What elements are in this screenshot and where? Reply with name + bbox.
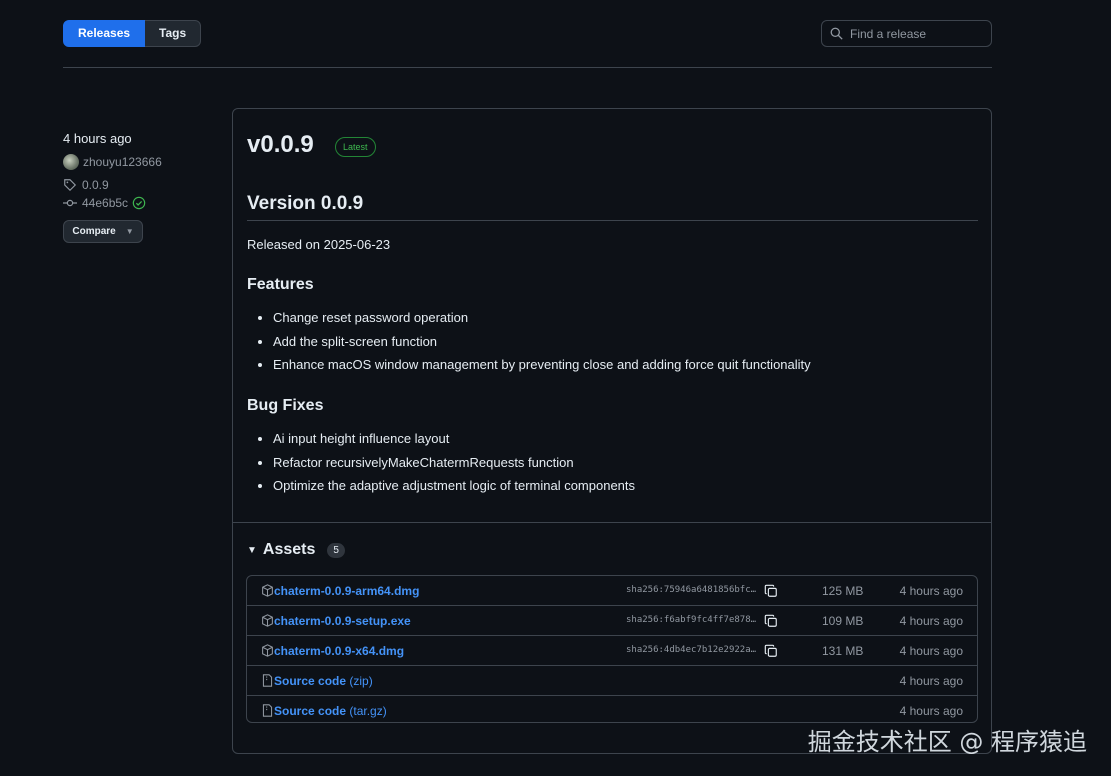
asset-link[interactable]: Source code (zip) xyxy=(274,674,373,688)
search-input[interactable] xyxy=(850,26,980,41)
list-item: Optimize the adaptive adjustment logic o… xyxy=(273,476,635,500)
asset-sha: sha256:f6abf9fc4ff7e878… xyxy=(626,615,757,625)
asset-time: 4 hours ago xyxy=(899,614,963,628)
package-icon xyxy=(262,584,273,597)
file-zip-icon xyxy=(262,704,273,717)
asset-name: Source code xyxy=(274,704,347,718)
asset-link[interactable]: Source code (tar.gz) xyxy=(274,704,387,718)
features-list: Change reset password operation Add the … xyxy=(273,308,811,379)
asset-size: 125 MB xyxy=(822,584,864,598)
copy-icon[interactable] xyxy=(764,614,778,628)
release-date: Released on 2025-06-23 xyxy=(247,237,391,252)
commit-row[interactable]: 44e6b5c xyxy=(63,196,213,210)
asset-size: 109 MB xyxy=(822,614,864,628)
asset-time: 4 hours ago xyxy=(899,704,963,718)
asset-suffix: (tar.gz) xyxy=(346,704,387,718)
tag-row[interactable]: 0.0.9 xyxy=(63,178,213,192)
asset-link[interactable]: chaterm-0.0.9-arm64.dmg xyxy=(274,584,419,598)
features-heading: Features xyxy=(247,276,314,293)
release-time: 4 hours ago xyxy=(63,131,132,146)
asset-row: Source code (tar.gz) 4 hours ago xyxy=(247,696,977,722)
list-item: Enhance macOS window management by preve… xyxy=(273,355,811,379)
bugfix-list: Ai input height influence layout Refacto… xyxy=(273,429,635,500)
list-item: Refactor recursivelyMakeChatermRequests … xyxy=(273,453,635,477)
bugfix-heading: Bug Fixes xyxy=(247,397,324,414)
release-card: v0.0.9 Latest Version 0.0.9 Released on … xyxy=(232,108,992,754)
copy-icon[interactable] xyxy=(764,584,778,598)
commit-hash[interactable]: 44e6b5c xyxy=(82,196,128,210)
releases-tab[interactable]: Releases xyxy=(63,20,146,47)
tag-icon xyxy=(64,179,77,192)
divider xyxy=(63,67,992,68)
author-name[interactable]: zhouyu123666 xyxy=(83,155,162,169)
compare-button[interactable]: Compare ▼ xyxy=(63,220,143,243)
asset-row: chaterm-0.0.9-setup.exe sha256:f6abf9fc4… xyxy=(247,606,977,636)
list-item: Ai input height influence layout xyxy=(273,429,635,453)
asset-size: 131 MB xyxy=(822,644,864,658)
chevron-down-icon: ▼ xyxy=(125,227,134,236)
asset-suffix: (zip) xyxy=(346,674,373,688)
asset-link[interactable]: chaterm-0.0.9-x64.dmg xyxy=(274,644,404,658)
assets-label: Assets xyxy=(262,541,316,558)
caret-down-icon: ▼ xyxy=(247,544,257,556)
asset-name: Source code xyxy=(274,674,347,688)
watermark: 掘金技术社区 @ 程序猿追 xyxy=(807,728,1087,756)
asset-time: 4 hours ago xyxy=(899,674,963,688)
package-icon xyxy=(262,614,273,627)
asset-row: chaterm-0.0.9-arm64.dmg sha256:75946a648… xyxy=(247,576,977,606)
list-item: Add the split-screen function xyxy=(273,332,811,356)
assets-divider xyxy=(233,522,991,523)
release-heading: Version 0.0.9 xyxy=(247,193,364,214)
copy-icon[interactable] xyxy=(764,644,778,658)
asset-time: 4 hours ago xyxy=(899,584,963,598)
assets-list: chaterm-0.0.9-arm64.dmg sha256:75946a648… xyxy=(246,575,978,723)
asset-sha: sha256:75946a6481856bfc… xyxy=(626,585,757,595)
assets-count: 5 xyxy=(327,542,345,558)
author-row[interactable]: zhouyu123666 xyxy=(63,154,213,170)
latest-badge: Latest xyxy=(335,137,376,157)
release-title[interactable]: v0.0.9 xyxy=(247,131,314,159)
list-item: Change reset password operation xyxy=(273,308,811,332)
releases-tags-toggle: Releases Tags xyxy=(63,20,202,47)
assets-toggle[interactable]: ▼ Assets 5 xyxy=(247,541,345,559)
asset-link[interactable]: chaterm-0.0.9-setup.exe xyxy=(274,614,411,628)
tags-tab[interactable]: Tags xyxy=(145,20,202,47)
search-icon xyxy=(830,27,843,40)
top-bar: Releases Tags xyxy=(63,20,992,47)
asset-time: 4 hours ago xyxy=(899,644,963,658)
tag-name[interactable]: 0.0.9 xyxy=(82,178,109,192)
asset-row: chaterm-0.0.9-x64.dmg sha256:4db4ec7b12e… xyxy=(247,636,977,666)
release-meta: 4 hours ago zhouyu123666 0.0.9 44e6b5c C… xyxy=(63,131,213,243)
compare-label: Compare xyxy=(72,226,116,237)
asset-sha: sha256:4db4ec7b12e2922a… xyxy=(626,645,757,655)
asset-row: Source code (zip) 4 hours ago xyxy=(247,666,977,696)
release-search[interactable] xyxy=(821,20,992,47)
avatar xyxy=(63,154,79,170)
check-circle-icon xyxy=(132,196,146,210)
file-zip-icon xyxy=(262,674,273,687)
commit-icon xyxy=(63,199,77,207)
package-icon xyxy=(262,644,273,657)
heading-divider xyxy=(247,220,978,221)
